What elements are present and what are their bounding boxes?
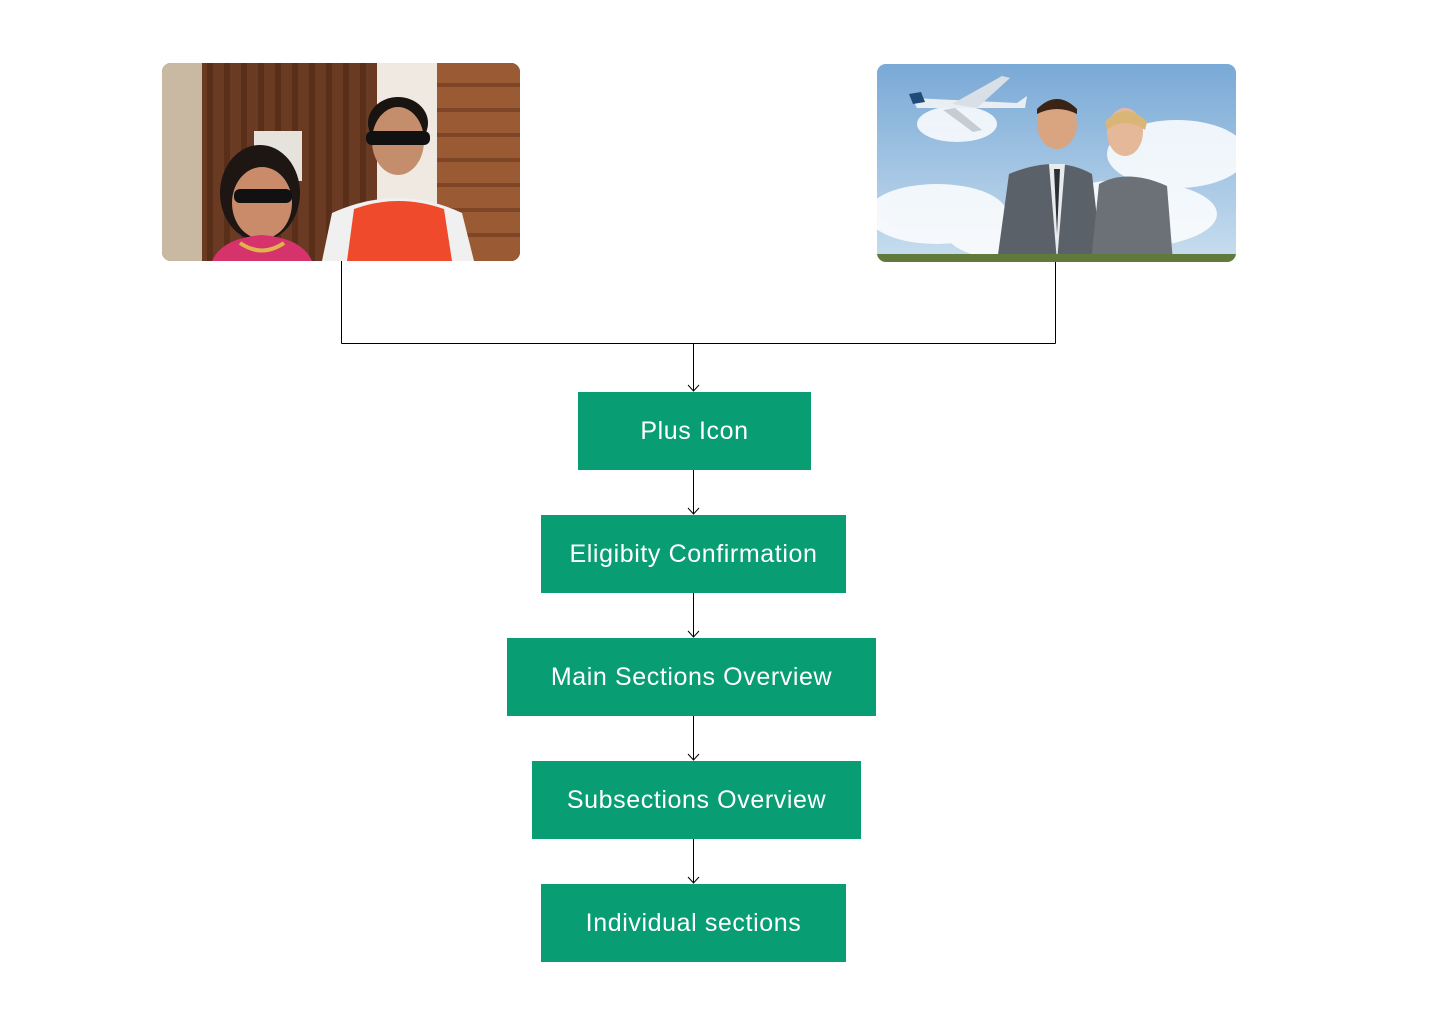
main-sections-overview-step[interactable]: Main Sections Overview: [507, 638, 876, 716]
travel-photo: [877, 64, 1236, 262]
travel-photo-illustration: [877, 64, 1236, 262]
individual-sections-step[interactable]: Individual sections: [541, 884, 846, 962]
eligibility-confirmation-step-label: Eligibity Confirmation: [569, 539, 818, 568]
family-photo: [162, 63, 520, 261]
arrowhead-subsections: [687, 753, 700, 761]
subsections-overview-step[interactable]: Subsections Overview: [532, 761, 861, 839]
arrowhead-main-sections: [687, 630, 700, 638]
arrowhead-plus-icon: [687, 384, 700, 392]
arrowhead-individual: [687, 876, 700, 884]
individual-sections-step-label: Individual sections: [585, 908, 802, 937]
arrowhead-eligibility: [687, 507, 700, 515]
plus-icon-step-label: Plus Icon: [640, 416, 749, 445]
family-photo-illustration: [162, 63, 520, 261]
main-sections-overview-step-label: Main Sections Overview: [550, 662, 833, 691]
plus-icon-step[interactable]: Plus Icon: [578, 392, 811, 470]
eligibility-confirmation-step[interactable]: Eligibity Confirmation: [541, 515, 846, 593]
subsections-overview-step-label: Subsections Overview: [566, 785, 827, 814]
